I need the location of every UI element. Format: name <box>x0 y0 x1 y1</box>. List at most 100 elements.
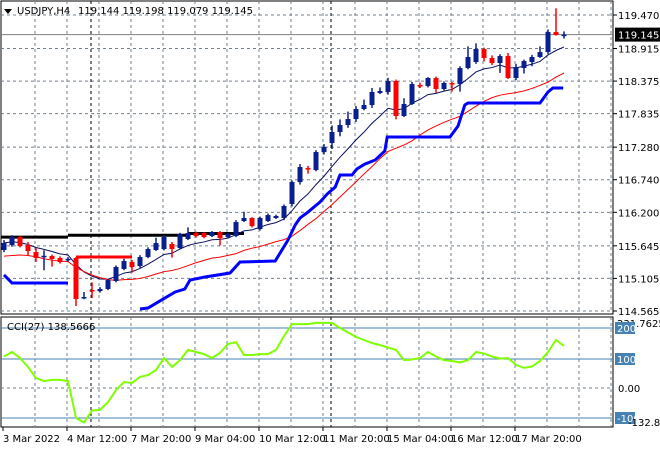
bull-candle[interactable] <box>353 109 359 120</box>
bull-candle[interactable] <box>41 255 47 258</box>
time-label: 10 Mar 12:00 <box>259 434 326 445</box>
price-label: 115.645 <box>618 242 659 253</box>
bull-candle[interactable] <box>185 233 191 240</box>
cci-zero-label: 0.00 <box>618 384 640 395</box>
bear-candle[interactable] <box>393 81 399 117</box>
bull-candle[interactable] <box>441 83 447 90</box>
bull-candle[interactable] <box>345 119 351 126</box>
bull-candle[interactable] <box>497 56 503 64</box>
bear-candle[interactable] <box>73 258 79 299</box>
bull-candle[interactable] <box>473 49 479 63</box>
bull-candle[interactable] <box>209 232 215 237</box>
bull-candle[interactable] <box>457 68 463 85</box>
bear-candle[interactable] <box>49 256 55 260</box>
bull-candle[interactable] <box>177 234 183 248</box>
bull-candle[interactable] <box>225 234 231 238</box>
bear-candle[interactable] <box>89 289 95 292</box>
bear-candle[interactable] <box>201 233 207 238</box>
bear-candle[interactable] <box>249 218 255 227</box>
bull-candle[interactable] <box>337 125 343 133</box>
bear-candle[interactable] <box>33 252 39 259</box>
price-label: 118.375 <box>618 77 659 88</box>
bull-candle[interactable] <box>233 222 239 237</box>
bull-candle[interactable] <box>1 243 7 250</box>
bear-candle[interactable] <box>217 232 223 239</box>
bull-candle[interactable] <box>113 267 119 282</box>
bull-candle[interactable] <box>329 132 335 144</box>
cci-level-label: 200 <box>617 324 636 335</box>
bear-candle[interactable] <box>505 56 511 79</box>
bull-candle[interactable] <box>513 67 519 79</box>
time-label: 15 Mar 04:00 <box>387 434 454 445</box>
price-label: 116.740 <box>618 176 659 187</box>
bull-candle[interactable] <box>313 152 319 171</box>
price-label: 119.470 <box>618 11 659 22</box>
bear-candle[interactable] <box>481 49 487 59</box>
time-label: 9 Mar 04:00 <box>195 434 255 445</box>
bull-candle[interactable] <box>297 167 303 183</box>
bull-candle[interactable] <box>289 182 295 205</box>
time-label: 17 Mar 20:00 <box>515 434 582 445</box>
price-label: 116.200 <box>618 208 659 219</box>
time-label: 7 Mar 20:00 <box>131 434 191 445</box>
price-label: 117.835 <box>618 110 659 121</box>
bull-candle[interactable] <box>137 257 143 267</box>
bear-candle[interactable] <box>57 258 63 262</box>
bull-candle[interactable] <box>425 78 431 87</box>
bull-candle[interactable] <box>529 57 535 63</box>
bear-candle[interactable] <box>305 168 311 170</box>
bull-candle[interactable] <box>105 280 111 290</box>
bear-candle[interactable] <box>193 233 199 237</box>
bull-candle[interactable] <box>377 91 383 94</box>
cci-min-label: -132.8725 <box>628 418 660 429</box>
bull-candle[interactable] <box>273 216 279 219</box>
bull-candle[interactable] <box>145 249 151 258</box>
bear-candle[interactable] <box>433 78 439 90</box>
bull-candle[interactable] <box>65 258 71 261</box>
bull-candle[interactable] <box>161 237 167 250</box>
bear-candle[interactable] <box>553 32 559 36</box>
bull-candle[interactable] <box>321 147 327 153</box>
main-panel <box>0 0 614 315</box>
bull-candle[interactable] <box>97 289 103 292</box>
bear-candle[interactable] <box>449 83 455 85</box>
bear-candle[interactable] <box>169 244 175 250</box>
bull-candle[interactable] <box>9 237 15 246</box>
current-price-label: 119.145 <box>618 31 659 42</box>
bull-candle[interactable] <box>561 34 567 37</box>
price-label: 117.280 <box>618 143 659 154</box>
bull-candle[interactable] <box>369 92 375 106</box>
bull-candle[interactable] <box>401 104 407 117</box>
bull-candle[interactable] <box>521 61 527 69</box>
time-label: 3 Mar 2022 <box>3 434 60 445</box>
bear-candle[interactable] <box>129 261 135 268</box>
bull-candle[interactable] <box>121 261 127 269</box>
bull-candle[interactable] <box>545 32 551 53</box>
bear-candle[interactable] <box>25 245 31 252</box>
bull-candle[interactable] <box>257 218 263 230</box>
bear-candle[interactable] <box>489 58 495 64</box>
bull-candle[interactable] <box>241 218 247 222</box>
price-label: 114.565 <box>618 307 659 318</box>
symbol-label: USDJPY,H4 <box>17 6 70 17</box>
ohlc-readout: 119.144 119.198 119.079 119.145 <box>78 6 253 17</box>
bear-candle[interactable] <box>417 85 423 87</box>
bull-candle[interactable] <box>281 205 287 219</box>
bull-candle[interactable] <box>409 84 415 105</box>
bull-candle[interactable] <box>465 57 471 69</box>
price-chart[interactable]: USDJPY,H4 119.144 119.198 119.079 119.145… <box>0 0 660 450</box>
bull-candle[interactable] <box>361 105 367 110</box>
time-label: 11 Mar 20:00 <box>323 434 390 445</box>
time-label: 4 Mar 12:00 <box>67 434 127 445</box>
price-label: 115.105 <box>618 274 659 285</box>
bull-candle[interactable] <box>385 81 391 93</box>
bull-candle[interactable] <box>537 52 543 58</box>
bull-candle[interactable] <box>81 296 87 299</box>
price-label: 118.915 <box>618 44 659 55</box>
bull-candle[interactable] <box>265 215 271 222</box>
indicator-title: CCI(27) 138.5666 <box>7 322 95 333</box>
cci-level-label: 100 <box>617 355 636 366</box>
bull-candle[interactable] <box>153 243 159 250</box>
bear-candle[interactable] <box>17 237 23 247</box>
time-label: 16 Mar 12:00 <box>451 434 518 445</box>
